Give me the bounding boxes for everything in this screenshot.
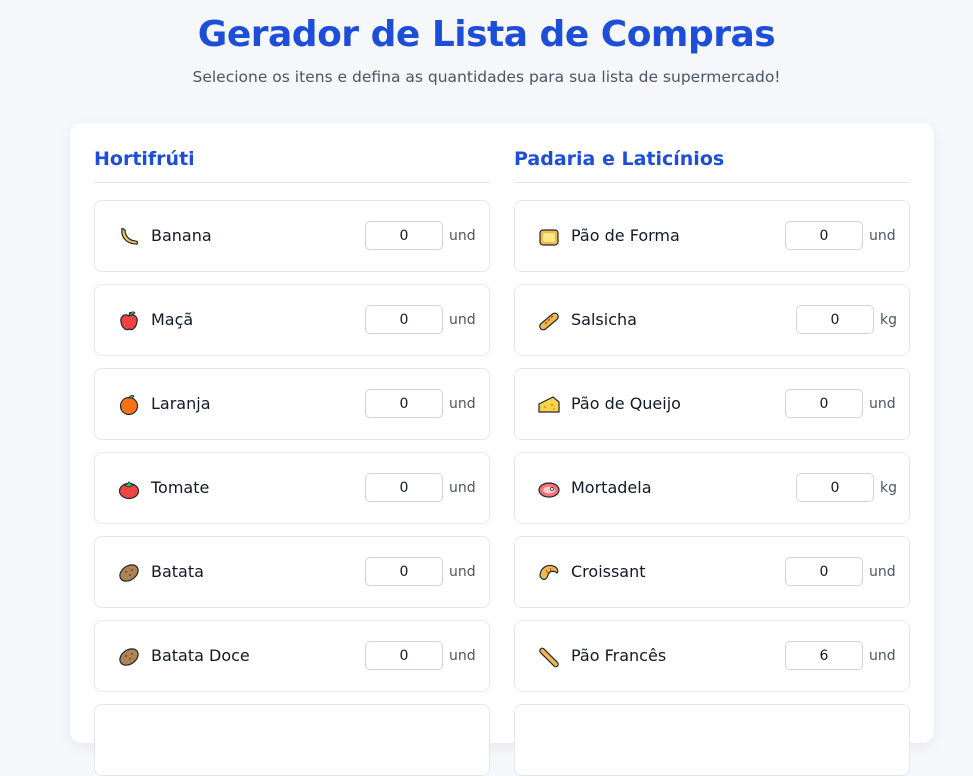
list-item: Pão de Forma 0 und (514, 200, 910, 272)
item-name: Tomate (151, 478, 210, 497)
list-item: Pão de Queijo 0 und (514, 368, 910, 440)
quantity-input[interactable]: 0 (785, 221, 863, 250)
list-item: Croissant 0 und (514, 536, 910, 608)
page-subtitle: Selecione os itens e defina as quantidad… (192, 68, 781, 86)
unit-label: und (449, 648, 476, 664)
quantity-input[interactable]: 6 (785, 641, 863, 670)
unit-label: und (449, 312, 476, 328)
unit-label: und (869, 396, 896, 412)
meat-icon (538, 482, 560, 498)
list-item (514, 704, 910, 776)
unit-label: und (449, 480, 476, 496)
page-title: Gerador de Lista de Compras (197, 14, 776, 55)
item-name: Pão de Forma (571, 226, 680, 245)
quantity-input[interactable]: 0 (796, 305, 874, 334)
item-name: Pão de Queijo (571, 394, 681, 413)
item-name: Mortadela (571, 478, 652, 497)
quantity-input[interactable]: 0 (365, 221, 443, 250)
item-name: Batata (151, 562, 204, 581)
divider (94, 182, 490, 183)
unit-label: und (869, 228, 896, 244)
baguette-icon (539, 647, 559, 668)
sausage-icon (539, 312, 559, 331)
category-heading: Hortifrúti (94, 148, 195, 170)
item-name: Banana (151, 226, 212, 245)
item-name: Laranja (151, 394, 211, 413)
item-name: Croissant (571, 562, 646, 581)
unit-label: kg (880, 312, 897, 328)
quantity-input[interactable]: 0 (785, 557, 863, 586)
quantity-input[interactable]: 0 (365, 641, 443, 670)
cheese-icon (538, 396, 560, 413)
list-item: Laranja 0 und (94, 368, 490, 440)
croissant-icon (539, 564, 559, 580)
unit-label: und (869, 564, 896, 580)
list-item: Batata 0 und (94, 536, 490, 608)
category-heading: Padaria e Laticínios (514, 148, 725, 170)
potato-icon (119, 564, 139, 582)
list-item: Pão Francês 6 und (514, 620, 910, 692)
list-item: Maçã 0 und (94, 284, 490, 356)
list-item: Mortadela 0 kg (514, 452, 910, 524)
quantity-input[interactable]: 0 (365, 305, 443, 334)
list-item: Tomate 0 und (94, 452, 490, 524)
quantity-input[interactable]: 0 (365, 557, 443, 586)
quantity-input[interactable]: 0 (796, 473, 874, 502)
quantity-input[interactable]: 0 (365, 473, 443, 502)
list-item: Salsicha 0 kg (514, 284, 910, 356)
unit-label: und (869, 648, 896, 664)
list-item (94, 704, 490, 776)
unit-label: und (449, 228, 476, 244)
item-name: Salsicha (571, 310, 637, 329)
apple-icon (120, 311, 138, 331)
quantity-input[interactable]: 0 (365, 389, 443, 418)
unit-label: und (449, 396, 476, 412)
item-name: Maçã (151, 310, 194, 329)
list-item: Banana 0 und (94, 200, 490, 272)
shopping-list-card: Hortifrúti Banana 0 und Maçã 0 und Laran… (70, 123, 934, 776)
unit-label: kg (880, 480, 897, 496)
tomato-icon (118, 481, 140, 500)
list-item: Batata Doce 0 und (94, 620, 490, 692)
bread-loaf-icon (539, 229, 559, 246)
item-name: Pão Francês (571, 646, 667, 665)
unit-label: und (449, 564, 476, 580)
divider (514, 182, 910, 183)
banana-icon (121, 228, 139, 245)
sweet-potato-icon (119, 648, 139, 666)
quantity-input[interactable]: 0 (785, 389, 863, 418)
orange-icon (119, 395, 139, 416)
item-name: Batata Doce (151, 646, 250, 665)
